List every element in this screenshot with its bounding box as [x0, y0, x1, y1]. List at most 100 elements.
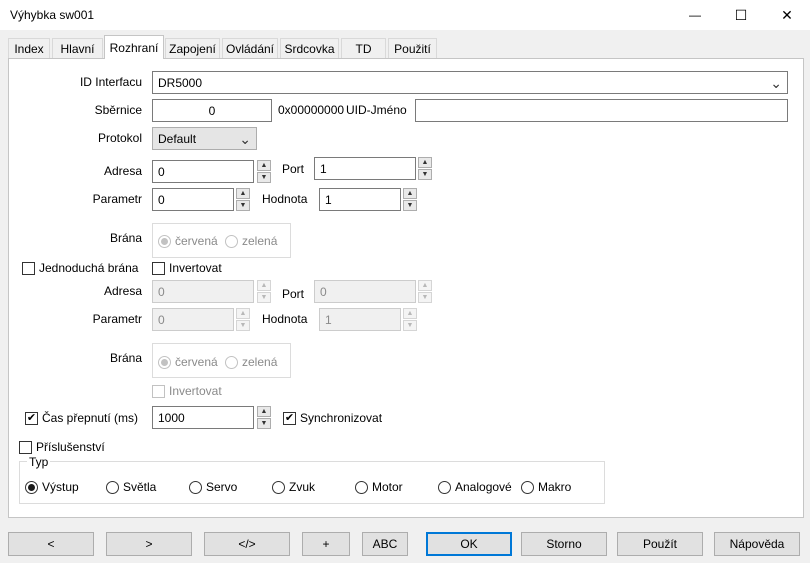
- tab-pouziti[interactable]: Použití: [388, 38, 437, 58]
- port2-value: 0: [320, 284, 327, 299]
- cancel-button[interactable]: Storno: [521, 532, 607, 556]
- checkbox-icon: [19, 440, 32, 454]
- spin-down-icon[interactable]: ▼: [403, 320, 417, 331]
- apply-button[interactable]: Použít: [617, 532, 703, 556]
- spin-up-icon[interactable]: ▲: [418, 157, 432, 168]
- address2-input[interactable]: 0: [152, 280, 254, 303]
- spin-up-icon[interactable]: ▲: [236, 188, 250, 199]
- tab-label: Ovládání: [225, 41, 275, 56]
- address2-spinner[interactable]: ▲ ▼: [257, 280, 271, 303]
- port-input[interactable]: 1: [314, 157, 416, 180]
- gate-red-radio[interactable]: červená: [158, 234, 218, 248]
- interface-value: DR5000: [158, 75, 203, 90]
- port-spinner[interactable]: ▲ ▼: [418, 157, 432, 180]
- tab-label: Zapojení: [169, 41, 216, 56]
- minimize-icon: —: [689, 8, 701, 22]
- port2-spinner[interactable]: ▲ ▼: [418, 280, 432, 303]
- protocol-select[interactable]: Default ⌄: [152, 127, 257, 150]
- param2-spinner[interactable]: ▲ ▼: [236, 308, 250, 331]
- tab-td[interactable]: TD: [341, 38, 386, 58]
- spin-down-icon[interactable]: ▼: [236, 320, 250, 331]
- type-radio-motor[interactable]: Motor: [355, 480, 403, 494]
- spin-up-icon[interactable]: ▲: [403, 308, 417, 319]
- tab-ovladani[interactable]: Ovládání: [222, 38, 278, 58]
- tab-index[interactable]: Index: [8, 38, 50, 58]
- bus-hex-value: 0x00000000: [278, 103, 345, 117]
- next-button[interactable]: >: [106, 532, 192, 556]
- param-spinner[interactable]: ▲ ▼: [236, 188, 250, 211]
- checkbox-icon: [22, 261, 35, 275]
- type-radio-makro[interactable]: Makro: [521, 480, 571, 494]
- type-radio-svetla[interactable]: Světla: [106, 480, 156, 494]
- tab-label: Použití: [394, 41, 431, 56]
- bus-label: Sběrnice: [94, 103, 142, 117]
- invert2-checkbox[interactable]: Invertovat: [152, 384, 222, 398]
- tab-hlavni[interactable]: Hlavní: [52, 38, 103, 58]
- spin-up-icon[interactable]: ▲: [257, 406, 271, 417]
- radio-icon: [438, 480, 451, 494]
- port2-input[interactable]: 0: [314, 280, 416, 303]
- param-label: Parametr: [92, 192, 142, 206]
- bus-input[interactable]: 0: [152, 99, 272, 122]
- spin-up-icon[interactable]: ▲: [403, 188, 417, 199]
- tab-srdcovka[interactable]: Srdcovka: [280, 38, 339, 58]
- type-radio-vystup[interactable]: Výstup: [25, 480, 79, 494]
- accessory-checkbox[interactable]: Příslušenství: [19, 440, 105, 454]
- tab-zapojeni[interactable]: Zapojení: [165, 38, 220, 58]
- help-button[interactable]: Nápověda: [714, 532, 800, 556]
- check-icon: ✔: [26, 411, 37, 424]
- spin-up-icon[interactable]: ▲: [418, 280, 432, 291]
- invert2-label: Invertovat: [169, 384, 222, 398]
- radio-icon: [25, 480, 38, 494]
- add-button[interactable]: +: [302, 532, 350, 556]
- address-spinner[interactable]: ▲ ▼: [257, 160, 271, 183]
- tab-rozhrani[interactable]: Rozhraní: [104, 35, 164, 59]
- type-radio-servo[interactable]: Servo: [189, 480, 237, 494]
- value-input[interactable]: 1: [319, 188, 401, 211]
- value-spinner[interactable]: ▲ ▼: [403, 188, 417, 211]
- code-button[interactable]: </>: [204, 532, 290, 556]
- spin-down-icon[interactable]: ▼: [257, 172, 271, 183]
- spin-down-icon[interactable]: ▼: [403, 200, 417, 211]
- param-input[interactable]: 0: [152, 188, 234, 211]
- param2-input[interactable]: 0: [152, 308, 234, 331]
- tab-label: Hlavní: [60, 41, 95, 56]
- accessory-label: Příslušenství: [36, 440, 105, 454]
- invert-label: Invertovat: [169, 261, 222, 275]
- close-icon: ✕: [781, 6, 793, 23]
- minimize-button[interactable]: —: [672, 0, 718, 30]
- switch-time-checkbox[interactable]: ✔ Čas přepnutí (ms): [25, 411, 138, 425]
- gate-label: Brána: [109, 231, 142, 245]
- prev-button[interactable]: <: [8, 532, 94, 556]
- interface-label: ID Interfacu: [79, 75, 142, 89]
- spin-down-icon[interactable]: ▼: [418, 292, 432, 303]
- spin-up-icon[interactable]: ▲: [257, 160, 271, 171]
- type-radio-analogove[interactable]: Analogové: [438, 480, 512, 494]
- type-radio-zvuk[interactable]: Zvuk: [272, 480, 315, 494]
- sync-checkbox[interactable]: ✔ Synchronizovat: [283, 411, 382, 425]
- close-button[interactable]: ✕: [764, 0, 810, 30]
- value2-spinner[interactable]: ▲ ▼: [403, 308, 417, 331]
- value2-input[interactable]: 1: [319, 308, 401, 331]
- address-input[interactable]: 0: [152, 160, 254, 183]
- maximize-button[interactable]: ☐: [718, 0, 764, 30]
- ok-button[interactable]: OK: [426, 532, 512, 556]
- interface-combobox[interactable]: DR5000 ⌄: [152, 71, 788, 94]
- gate2-red-radio[interactable]: červená: [158, 355, 218, 369]
- spin-up-icon[interactable]: ▲: [257, 280, 271, 291]
- switch-time-spinner[interactable]: ▲ ▼: [257, 406, 271, 429]
- radio-icon: [272, 480, 285, 494]
- spin-down-icon[interactable]: ▼: [418, 169, 432, 180]
- uid-name-input[interactable]: [415, 99, 788, 122]
- spin-down-icon[interactable]: ▼: [236, 200, 250, 211]
- switch-time-input[interactable]: 1000: [152, 406, 254, 429]
- spin-down-icon[interactable]: ▼: [257, 292, 271, 303]
- gate2-green-radio[interactable]: zelená: [225, 355, 277, 369]
- invert-checkbox[interactable]: Invertovat: [152, 261, 222, 275]
- spin-down-icon[interactable]: ▼: [257, 418, 271, 429]
- value-label: Hodnota: [262, 192, 308, 206]
- abc-button[interactable]: ABC: [362, 532, 408, 556]
- gate-green-radio[interactable]: zelená: [225, 234, 277, 248]
- spin-up-icon[interactable]: ▲: [236, 308, 250, 319]
- simple-gate-checkbox[interactable]: Jednoduchá brána: [22, 261, 138, 275]
